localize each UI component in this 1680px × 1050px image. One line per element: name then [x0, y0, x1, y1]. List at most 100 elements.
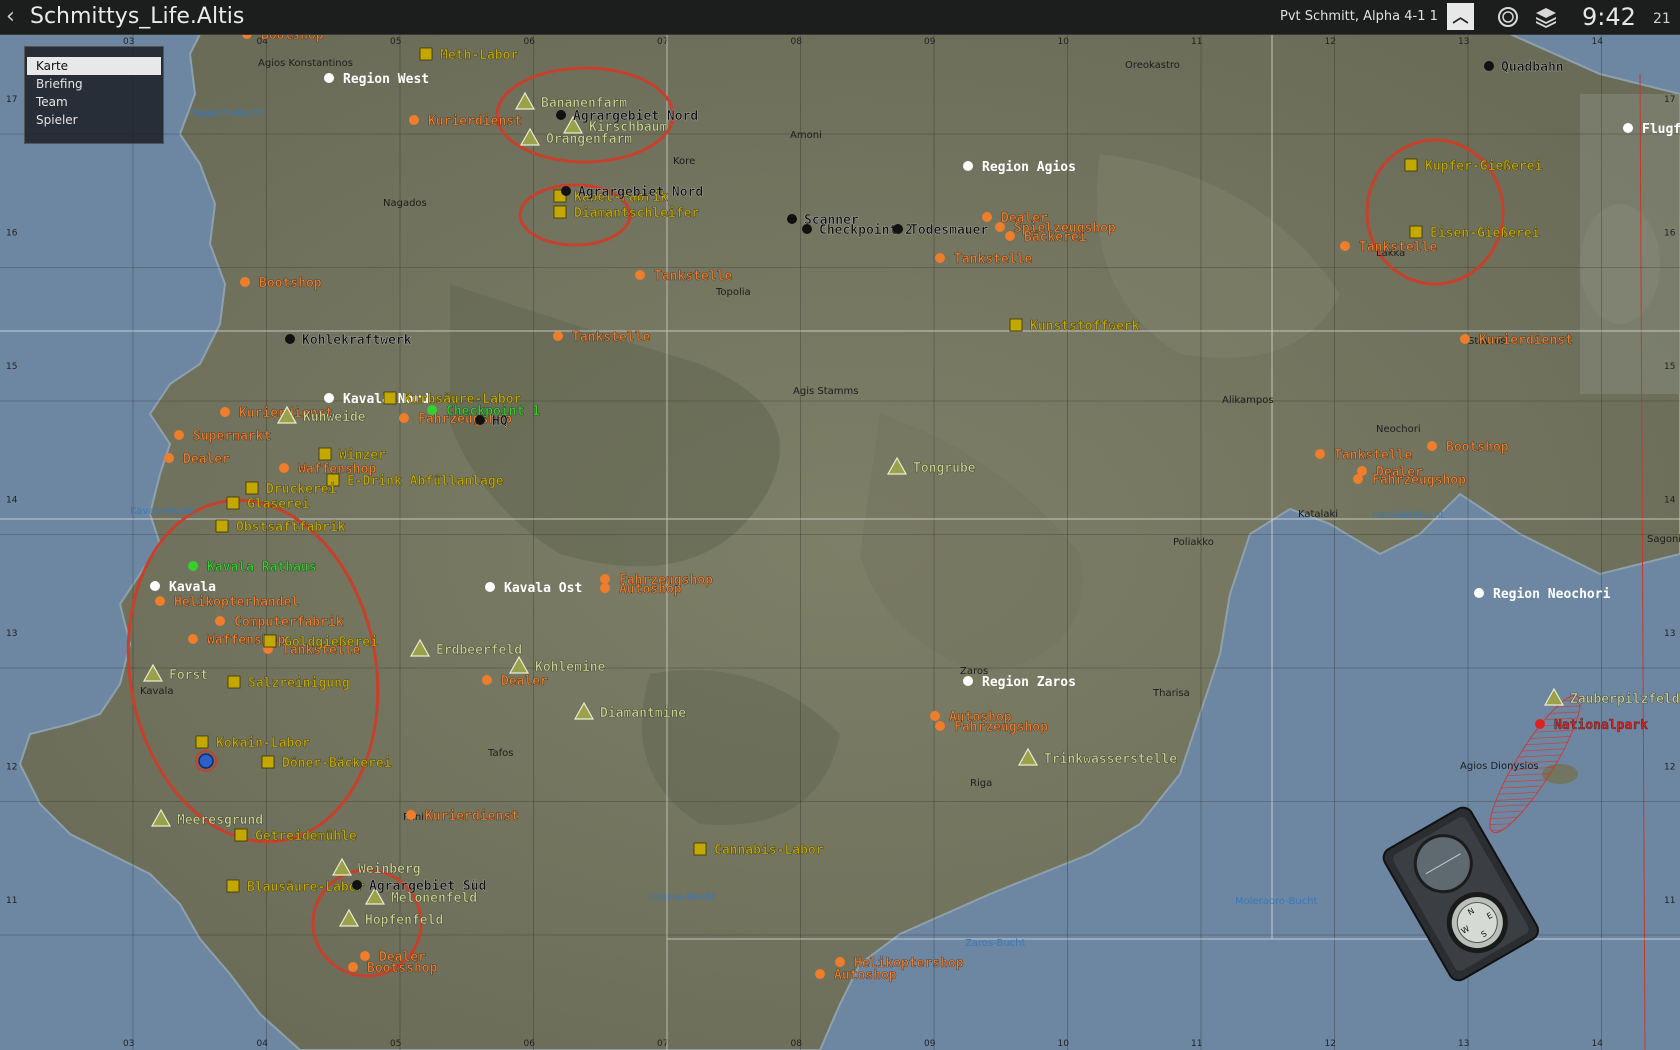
shop-marker[interactable]: [360, 951, 370, 961]
town-label: Agios Dionysios: [1460, 761, 1539, 772]
shop-marker[interactable]: [155, 596, 165, 606]
point-marker[interactable]: [1484, 61, 1494, 71]
grid-label-y: 12: [1664, 763, 1675, 773]
shop-marker[interactable]: [1427, 441, 1437, 451]
region-marker[interactable]: [324, 393, 334, 403]
shop-marker[interactable]: [348, 962, 358, 972]
resource-marker[interactable]: [553, 205, 567, 219]
shop-marker[interactable]: [1340, 241, 1350, 251]
resource-marker[interactable]: [1009, 318, 1023, 332]
field-marker-label: Kuhweide: [303, 410, 366, 425]
region-marker-label: Region Zaros: [982, 675, 1076, 690]
resource-marker[interactable]: [215, 519, 229, 533]
resource-marker[interactable]: [693, 842, 707, 856]
shop-marker[interactable]: [1005, 231, 1015, 241]
chevron-up-icon[interactable]: ︿: [1447, 3, 1474, 30]
menu-item-briefing[interactable]: Briefing: [27, 75, 161, 93]
chevron-left-icon[interactable]: ‹: [6, 4, 15, 29]
checkpoint-marker[interactable]: [188, 561, 198, 571]
region-marker[interactable]: [324, 73, 334, 83]
altis-map[interactable]: 0303040405050606070708080909101011111212…: [0, 34, 1680, 1050]
menu-item-team[interactable]: Team: [27, 93, 161, 111]
shop-marker[interactable]: [930, 711, 940, 721]
point-marker[interactable]: [561, 186, 571, 196]
resource-marker[interactable]: [318, 447, 332, 461]
grid-label-x: 05: [390, 37, 401, 47]
shop-marker[interactable]: [982, 212, 992, 222]
resource-marker-label: Winzer: [339, 448, 386, 463]
shop-marker[interactable]: [220, 407, 230, 417]
region-marker[interactable]: [963, 161, 973, 171]
resource-marker[interactable]: [245, 481, 259, 495]
shop-marker-label: Tankstelle: [954, 252, 1032, 267]
resource-marker[interactable]: [1409, 225, 1423, 239]
resource-marker[interactable]: [195, 735, 209, 749]
grid-label-x: 10: [1058, 1039, 1070, 1049]
shop-marker[interactable]: [215, 616, 225, 626]
shop-marker[interactable]: [164, 453, 174, 463]
region-marker[interactable]: [1623, 123, 1633, 133]
shop-marker[interactable]: [995, 222, 1005, 232]
shop-marker[interactable]: [399, 413, 409, 423]
region-marker[interactable]: [485, 582, 495, 592]
shop-marker[interactable]: [835, 957, 845, 967]
shop-marker[interactable]: [635, 270, 645, 280]
shop-marker[interactable]: [279, 463, 289, 473]
resource-marker[interactable]: [419, 47, 433, 61]
point-marker[interactable]: [352, 880, 362, 890]
point-marker[interactable]: [802, 224, 812, 234]
shop-marker-label: Supermarkt: [193, 429, 271, 444]
resource-marker[interactable]: [1404, 158, 1418, 172]
shop-marker[interactable]: [174, 430, 184, 440]
shop-marker[interactable]: [188, 634, 198, 644]
shop-marker[interactable]: [240, 277, 250, 287]
resource-marker[interactable]: [383, 391, 397, 405]
town-label: Oreokastro: [1125, 60, 1180, 71]
point-marker[interactable]: [556, 110, 566, 120]
point-marker[interactable]: [893, 224, 903, 234]
checkpoint-marker-label: Checkpoint 1: [446, 404, 540, 419]
player-name: Pvt Schmitt, Alpha 4-1 1: [1280, 9, 1438, 24]
field-marker-label: Hopfenfeld: [365, 913, 443, 928]
shop-marker[interactable]: [553, 331, 563, 341]
checkpoint-marker[interactable]: [427, 405, 437, 415]
resource-marker[interactable]: [226, 879, 240, 893]
shop-marker[interactable]: [815, 969, 825, 979]
gps-icon[interactable]: [1496, 5, 1520, 29]
shop-marker[interactable]: [409, 115, 419, 125]
resource-marker[interactable]: [261, 755, 275, 769]
resource-marker[interactable]: [226, 496, 240, 510]
region-marker[interactable]: [963, 676, 973, 686]
grid-label-x: 08: [791, 37, 803, 47]
shop-marker-label: Bäckerei: [1024, 230, 1087, 245]
clock-seconds: 21: [1653, 11, 1671, 27]
menu-item-karte[interactable]: Karte: [27, 57, 161, 75]
field-marker-label: Trinkwasserstelle: [1044, 752, 1177, 767]
region-marker[interactable]: [150, 581, 160, 591]
police-marker[interactable]: [1535, 719, 1545, 729]
shop-marker-label: Tankstelle: [1334, 448, 1412, 463]
resource-marker[interactable]: [263, 634, 277, 648]
shop-marker[interactable]: [600, 583, 610, 593]
grid-label-x: 14: [1592, 37, 1604, 47]
shop-marker[interactable]: [406, 810, 416, 820]
shop-marker[interactable]: [935, 253, 945, 263]
shop-marker[interactable]: [482, 675, 492, 685]
resource-marker[interactable]: [234, 828, 248, 842]
shop-marker[interactable]: [600, 574, 610, 584]
shop-marker[interactable]: [935, 721, 945, 731]
town-label: Sagonisi: [1647, 534, 1680, 545]
resource-marker[interactable]: [227, 675, 241, 689]
point-marker[interactable]: [787, 214, 797, 224]
shop-marker-label: Kurierdienst: [428, 114, 522, 129]
field-marker-label: Orangenfarm: [546, 132, 632, 147]
region-marker[interactable]: [1474, 588, 1484, 598]
menu-item-spieler[interactable]: Spieler: [27, 111, 161, 129]
shop-marker[interactable]: [1315, 449, 1325, 459]
shop-marker[interactable]: [1460, 334, 1470, 344]
field-marker-label: Forst: [169, 668, 208, 683]
point-marker[interactable]: [285, 334, 295, 344]
shop-marker[interactable]: [1353, 474, 1363, 484]
layers-icon[interactable]: [1534, 5, 1558, 29]
player-position-marker[interactable]: [195, 750, 217, 772]
